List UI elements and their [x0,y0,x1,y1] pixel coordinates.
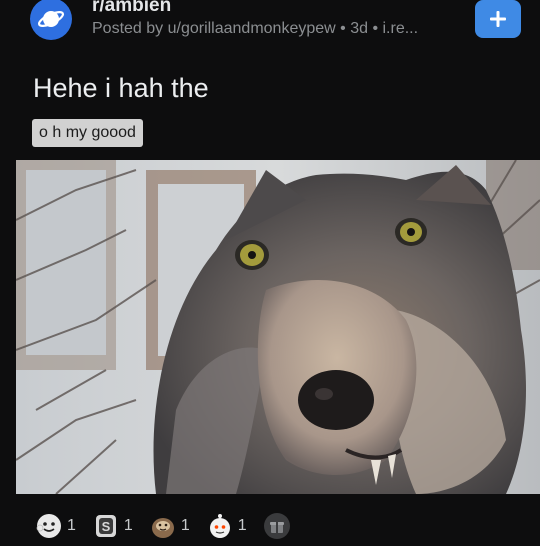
subreddit-avatar[interactable] [30,0,72,40]
awards-bar: 1 S 1 1 1 [36,510,290,542]
planet-icon [37,11,65,27]
sloth-award-icon [151,518,174,538]
wolf-photo [16,160,540,494]
wholesome-award-icon [36,514,61,538]
silver-award-icon: S [95,515,116,537]
award-item[interactable]: S 1 [93,513,133,539]
plus-icon [490,11,506,27]
join-button[interactable] [475,0,521,38]
post-flair[interactable]: o h my goood [32,119,143,147]
give-award-button[interactable] [263,513,290,539]
post-image[interactable] [16,160,540,494]
award-item[interactable]: 1 [207,513,247,539]
post-card: r/ambien Posted by u/gorillaandmonkeypew… [0,0,540,546]
award-item[interactable]: 1 [36,513,76,539]
award-count: 1 [123,517,133,534]
svg-text:S: S [102,519,111,534]
post-header: r/ambien Posted by u/gorillaandmonkeypew… [30,0,418,46]
award-count: 1 [67,517,76,534]
award-count: 1 [180,517,190,534]
subreddit-name[interactable]: r/ambien [92,0,418,17]
post-title[interactable]: Hehe i hah the [33,72,209,104]
award-item[interactable]: 1 [150,513,190,539]
gift-icon [269,522,284,533]
award-count: 1 [237,517,247,534]
post-byline: Posted by u/gorillaandmonkeypew • 3d • i… [92,19,419,37]
helpful-award-icon [209,514,230,538]
post-meta: r/ambien Posted by u/gorillaandmonkeypew… [92,0,418,40]
